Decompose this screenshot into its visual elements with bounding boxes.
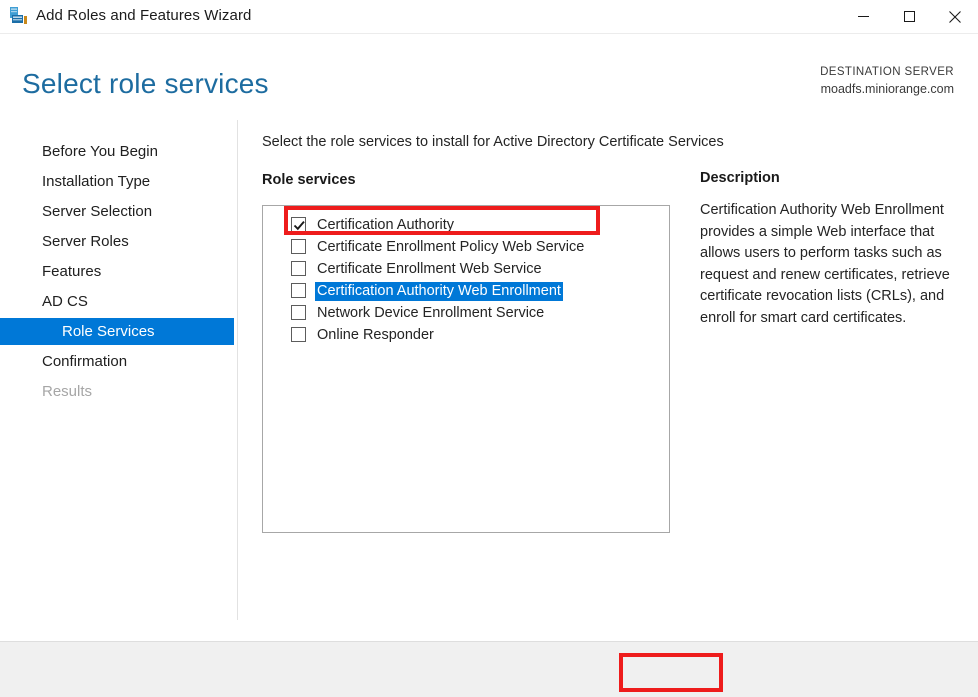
checkbox-checked-icon[interactable] <box>291 217 306 232</box>
role-service-label: Certification Authority <box>315 216 456 235</box>
sidebar-item-installation-type[interactable]: Installation Type <box>0 168 234 195</box>
window-controls <box>840 0 978 33</box>
role-services-listbox[interactable]: Certification Authority Certificate Enrol… <box>262 205 670 533</box>
role-service-row[interactable]: Certificate Enrollment Web Service <box>263 259 669 280</box>
checkbox-icon[interactable] <box>291 305 306 320</box>
role-service-label: Network Device Enrollment Service <box>315 304 546 323</box>
footer-bar: < Previous Next > Install Cancel <box>0 642 978 697</box>
title-bar: Add Roles and Features Wizard <box>0 0 978 33</box>
sidebar-item-before-you-begin[interactable]: Before You Begin <box>0 138 234 165</box>
description-title: Description <box>700 170 962 186</box>
main-panel: Select the role services to install for … <box>238 120 978 641</box>
destination-server-name: moadfs.miniorange.com <box>820 81 954 98</box>
role-service-row[interactable]: Certification Authority <box>263 215 669 236</box>
window-title: Add Roles and Features Wizard <box>36 7 252 24</box>
role-service-row[interactable]: Certification Authority Web Enrollment <box>263 281 669 302</box>
wizard-step-nav: Before You Begin Installation Type Server … <box>0 120 237 641</box>
checkbox-icon[interactable] <box>291 261 306 276</box>
wizard-window: Add Roles and Features Wizard Select rol… <box>0 0 978 697</box>
sidebar-item-server-selection[interactable]: Server Selection <box>0 198 234 225</box>
description-panel: Description Certification Authority Web … <box>700 170 962 329</box>
role-services-heading: Role services <box>262 172 356 188</box>
sidebar-item-server-roles[interactable]: Server Roles <box>0 228 234 255</box>
sidebar-item-confirmation[interactable]: Confirmation <box>0 348 234 375</box>
maximize-icon[interactable] <box>886 0 932 33</box>
sidebar-item-ad-cs[interactable]: AD CS <box>0 288 234 315</box>
checkbox-icon[interactable] <box>291 327 306 342</box>
role-service-label: Online Responder <box>315 326 436 345</box>
content-area: Before You Begin Installation Type Server … <box>0 120 978 641</box>
title-bar-divider <box>0 33 978 34</box>
destination-server-block: DESTINATION SERVER moadfs.miniorange.com <box>820 64 954 98</box>
role-service-label: Certificate Enrollment Web Service <box>315 260 544 279</box>
checkbox-icon[interactable] <box>291 239 306 254</box>
sidebar-item-role-services[interactable]: Role Services <box>0 318 234 345</box>
role-service-label: Certificate Enrollment Policy Web Servic… <box>315 238 586 257</box>
checkbox-icon[interactable] <box>291 283 306 298</box>
close-icon[interactable] <box>932 0 978 33</box>
page-title: Select role services <box>22 68 269 100</box>
sidebar-item-results: Results <box>0 378 234 405</box>
minimize-icon[interactable] <box>840 0 886 33</box>
role-service-label: Certification Authority Web Enrollment <box>315 282 563 301</box>
sidebar-item-features[interactable]: Features <box>0 258 234 285</box>
destination-server-label: DESTINATION SERVER <box>820 64 954 81</box>
role-service-row[interactable]: Certificate Enrollment Policy Web Servic… <box>263 237 669 258</box>
role-service-row[interactable]: Online Responder <box>263 325 669 346</box>
instruction-text: Select the role services to install for … <box>262 134 724 150</box>
server-wizard-icon <box>8 6 29 27</box>
role-service-row[interactable]: Network Device Enrollment Service <box>263 303 669 324</box>
description-text: Certification Authority Web Enrollment p… <box>700 200 962 329</box>
